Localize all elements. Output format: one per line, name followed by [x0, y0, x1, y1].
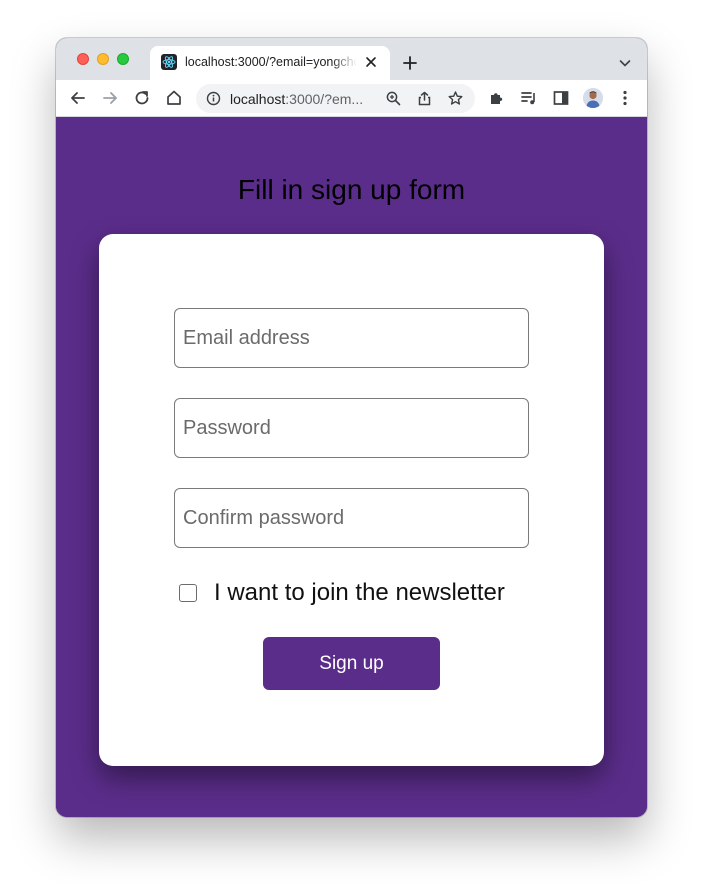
star-icon[interactable] [447, 90, 464, 107]
newsletter-checkbox[interactable] [179, 584, 197, 602]
confirm-password-field[interactable] [174, 488, 529, 548]
email-field[interactable] [174, 308, 529, 368]
browser-tab[interactable]: localhost:3000/?email=yongcho [150, 46, 390, 80]
chevron-down-icon[interactable] [617, 55, 633, 71]
address-bar[interactable]: localhost:3000/?em... [196, 84, 475, 113]
share-icon[interactable] [416, 90, 433, 107]
media-queue-icon[interactable] [519, 88, 539, 108]
puzzle-icon[interactable] [487, 88, 507, 108]
browser-toolbar: localhost:3000/?em... [56, 80, 647, 117]
close-window-button[interactable] [77, 53, 89, 65]
info-icon[interactable] [206, 91, 221, 106]
signup-card: I want to join the newsletter Sign up [99, 234, 604, 766]
page-title: Fill in sign up form [237, 174, 466, 205]
avatar[interactable] [583, 88, 603, 108]
url-host: localhost [230, 91, 286, 107]
password-field[interactable] [174, 398, 529, 458]
forward-arrow-icon[interactable] [100, 88, 120, 108]
zoom-icon[interactable] [385, 90, 402, 107]
sign-up-button[interactable]: Sign up [263, 637, 440, 690]
tab-strip: localhost:3000/?email=yongcho [56, 38, 647, 80]
browser-window: localhost:3000/?email=yongcho localhost:… [56, 38, 647, 817]
home-icon[interactable] [164, 88, 184, 108]
url-text: localhost:3000/?em... [230, 91, 363, 107]
maximize-window-button[interactable] [117, 53, 129, 65]
minimize-window-button[interactable] [97, 53, 109, 65]
react-logo-icon [161, 54, 177, 70]
newsletter-label[interactable]: I want to join the newsletter [214, 579, 505, 607]
reload-icon[interactable] [132, 88, 152, 108]
side-panel-icon[interactable] [551, 88, 571, 108]
new-tab-button[interactable] [400, 53, 420, 73]
kebab-menu-icon[interactable] [615, 88, 635, 108]
page-content: Fill in sign up form I want to join the … [56, 117, 647, 817]
tab-title: localhost:3000/?email=yongcho [185, 55, 357, 69]
close-icon[interactable] [363, 54, 379, 70]
url-path: :3000/?em... [285, 91, 364, 107]
newsletter-option[interactable]: I want to join the newsletter [179, 578, 539, 608]
back-arrow-icon[interactable] [68, 88, 88, 108]
